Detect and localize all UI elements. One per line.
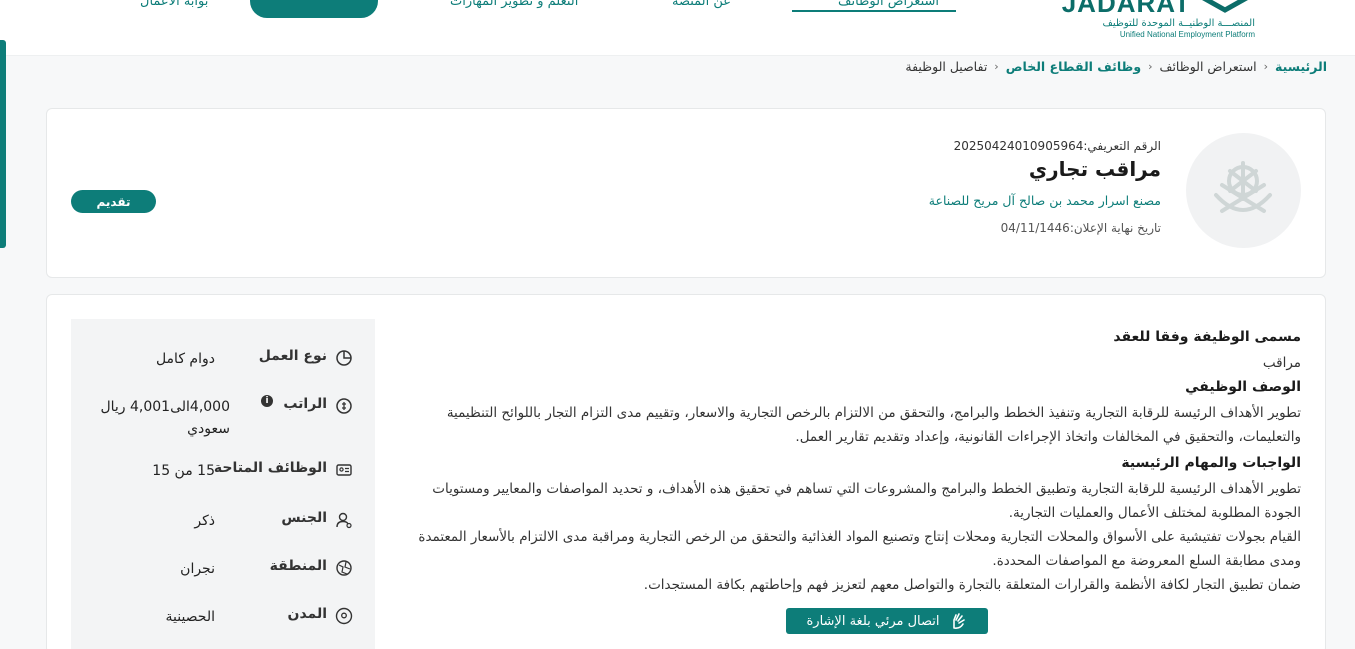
contract-title-heading: مسمى الوظيفة وفقا للعقد bbox=[1113, 329, 1301, 345]
sign-language-call-button[interactable]: اتصال مرئي بلغة الإشارة bbox=[786, 608, 988, 634]
attr-value: ذكر bbox=[194, 513, 215, 529]
breadcrumb-private-jobs[interactable]: وظائف القطاع الخاص bbox=[1006, 59, 1141, 74]
attr-value: الحصينية bbox=[165, 609, 215, 625]
duty-item: ضمان تطبيق التجار لكافة الأنظمة والقرارا… bbox=[643, 577, 1301, 593]
breadcrumb-home[interactable]: الرئيسية bbox=[1275, 59, 1327, 74]
attr-available-jobs: الوظائف المتاحة 15 من 15 bbox=[71, 457, 375, 497]
logo-english-text: Unified National Employment Platform bbox=[1119, 30, 1255, 39]
breadcrumb-browse-jobs[interactable]: استعراض الوظائف bbox=[1160, 59, 1257, 74]
location-pin-icon bbox=[335, 607, 353, 625]
nav-login-button[interactable] bbox=[250, 0, 378, 18]
attr-label: نوع العمل bbox=[258, 348, 327, 364]
nav-learning[interactable]: التعلم و تطوير المهارات bbox=[450, 0, 578, 9]
job-details-card: نوع العمل دوام كامل الراتب i 4,000الى4,0… bbox=[46, 294, 1326, 649]
hand-sign-icon bbox=[952, 613, 965, 629]
nav-browse-jobs[interactable]: استعراض الوظائف bbox=[838, 0, 939, 9]
attr-label: المدن bbox=[287, 606, 327, 622]
attr-gender: الجنس ذكر bbox=[71, 507, 375, 547]
info-icon[interactable]: i bbox=[261, 395, 273, 407]
map-icon bbox=[336, 560, 352, 576]
job-attributes-panel: نوع العمل دوام كامل الراتب i 4,000الى4,0… bbox=[71, 319, 375, 649]
contract-title-value: مراقب bbox=[1262, 355, 1301, 371]
attr-label: الراتب bbox=[283, 396, 327, 412]
nav-business-portal[interactable]: بوابة الأعمال bbox=[140, 0, 208, 9]
attr-label: الوظائف المتاحة bbox=[213, 460, 327, 476]
attr-label: المنطقة bbox=[269, 558, 327, 574]
job-summary-card: الرقم التعريفي:20250424010905964 مراقب ت… bbox=[46, 108, 1326, 278]
breadcrumb-chevron-icon: ‹ bbox=[994, 59, 999, 73]
top-navigation-bar: JADARAT المنصـــة الوطنيــة الموحدة للتو… bbox=[0, 0, 1355, 56]
job-description-content: مسمى الوظيفة وفقا للعقد مراقب الوصف الوظ… bbox=[401, 329, 1301, 597]
duty-item: القيام بجولات تفتيشية على الأسواق والمحل… bbox=[418, 529, 1301, 569]
attr-value: 4,000الى4,001 ريال سعودي bbox=[100, 399, 230, 437]
saudi-emblem-icon bbox=[1214, 161, 1272, 213]
logo-text: JADARAT bbox=[1061, 0, 1191, 18]
breadcrumb-current: تفاصيل الوظيفة bbox=[905, 58, 988, 74]
attr-value: 15 من 15 bbox=[152, 463, 215, 479]
attr-cities: المدن الحصينية bbox=[71, 603, 375, 643]
logo-arabic-text: المنصـــة الوطنيــة الموحدة للتوظيف bbox=[1102, 18, 1256, 29]
job-id: الرقم التعريفي:20250424010905964 bbox=[953, 139, 1161, 153]
breadcrumb-chevron-icon: ‹ bbox=[1263, 59, 1269, 73]
scroll-indicator[interactable] bbox=[0, 40, 6, 248]
company-name-link[interactable]: مصنع اسرار محمد بن صالح آل مريح للصناعة bbox=[929, 193, 1161, 208]
money-icon bbox=[336, 398, 352, 414]
pie-chart-icon bbox=[336, 350, 352, 366]
nav-active-indicator bbox=[792, 10, 956, 12]
description-text: تطوير الأهداف الرئيسة للرقابة التجارية و… bbox=[446, 405, 1301, 445]
attr-value: نجران bbox=[180, 561, 215, 577]
logo-mark-icon bbox=[1202, 0, 1248, 13]
breadcrumb-chevron-icon: ‹ bbox=[1148, 59, 1153, 73]
breadcrumb: تفاصيل الوظيفة ‹ وظائف القطاع الخاص ‹ اس… bbox=[905, 57, 1327, 75]
job-title: مراقب تجاري bbox=[1028, 157, 1161, 181]
jadarat-logo[interactable]: JADARAT المنصـــة الوطنيــة الموحدة للتو… bbox=[1061, 0, 1256, 50]
nav-about-platform[interactable]: عن المنصة bbox=[672, 0, 731, 9]
user-icon bbox=[336, 512, 352, 529]
sign-language-label: اتصال مرئي بلغة الإشارة bbox=[806, 613, 940, 629]
description-heading: الوصف الوظيفي bbox=[1185, 379, 1301, 395]
duties-heading: الواجبات والمهام الرئيسية bbox=[1121, 455, 1301, 471]
duty-item: تطوير الأهداف الرئيسية للرقابة التجارية … bbox=[432, 481, 1301, 521]
id-card-icon bbox=[336, 464, 352, 476]
attr-work-type: نوع العمل دوام كامل bbox=[71, 345, 375, 385]
attr-value: دوام كامل bbox=[155, 351, 215, 367]
announcement-deadline: تاريخ نهاية الإعلان:04/11/1446 bbox=[1000, 221, 1161, 235]
company-emblem bbox=[1186, 133, 1301, 248]
attr-salary: الراتب i 4,000الى4,001 ريال سعودي bbox=[71, 393, 375, 445]
apply-button[interactable]: تقديم bbox=[71, 190, 156, 213]
attr-region: المنطقة نجران bbox=[71, 555, 375, 595]
attr-label: الجنس bbox=[281, 510, 327, 526]
